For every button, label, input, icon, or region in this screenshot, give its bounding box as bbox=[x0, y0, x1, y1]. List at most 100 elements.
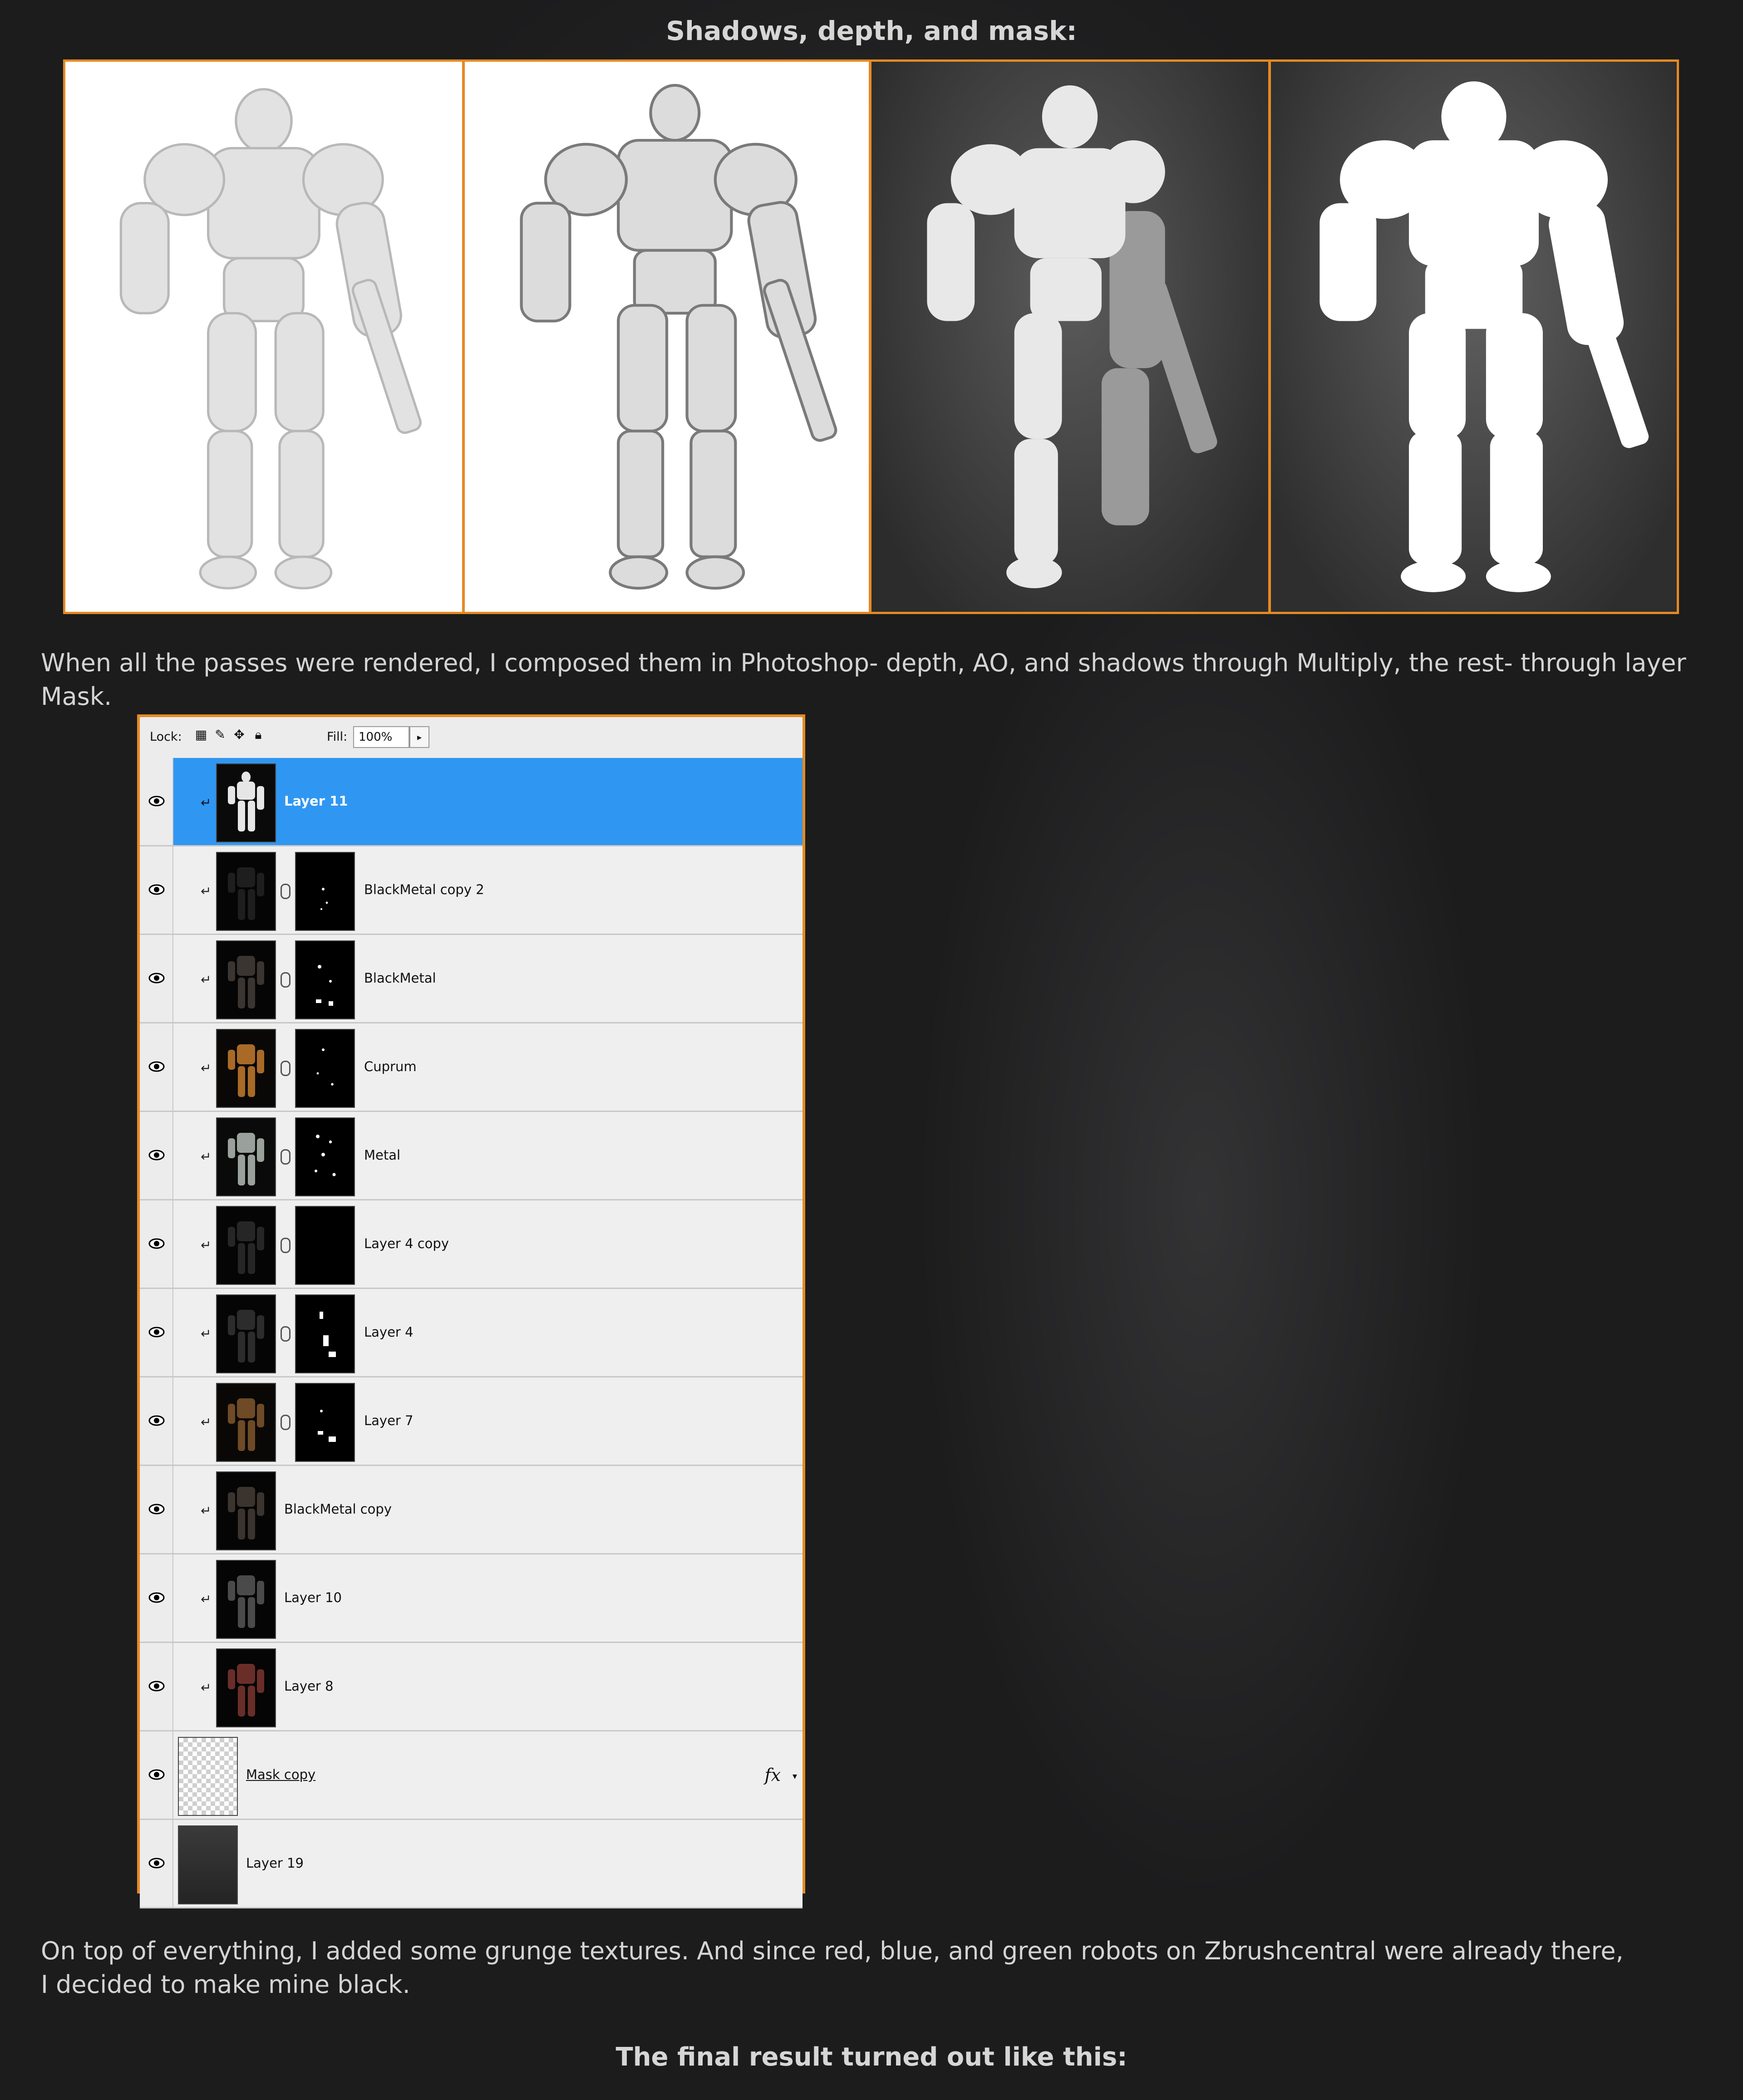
layer-row-layer-4[interactable]: ↵ Layer 4 bbox=[140, 1289, 803, 1377]
eye-visibility-icon[interactable] bbox=[148, 1679, 165, 1693]
clipping-arrow-icon: ↵ bbox=[201, 972, 212, 987]
layer-thumbnail bbox=[216, 1648, 276, 1727]
layer-thumbnail bbox=[216, 1471, 276, 1550]
layer-thumbnail bbox=[216, 763, 276, 842]
mask-link-icon[interactable] bbox=[281, 1061, 290, 1076]
eye-visibility-icon[interactable] bbox=[148, 883, 165, 896]
layer-name[interactable]: BlackMetal copy 2 bbox=[364, 882, 484, 897]
render-pass-depth-image bbox=[869, 59, 1270, 614]
clipping-arrow-icon: ↵ bbox=[201, 1592, 212, 1607]
layer-mask-thumbnail bbox=[295, 1117, 355, 1196]
section-heading-passes: Shadows, depth, and mask: bbox=[666, 15, 1077, 46]
render-pass-mask-image bbox=[1269, 59, 1679, 614]
clipping-arrow-icon: ↵ bbox=[201, 1149, 212, 1164]
clipping-arrow-icon: ↵ bbox=[201, 1503, 212, 1518]
fill-label: Fill: bbox=[327, 730, 348, 744]
grunge-paragraph: On top of everything, I added some grung… bbox=[41, 1934, 1675, 2002]
eye-visibility-icon[interactable] bbox=[148, 794, 165, 808]
layer-thumbnail bbox=[178, 1825, 238, 1904]
layer-row-blackmetal[interactable]: ↵ BlackMetal bbox=[140, 935, 803, 1023]
eye-visibility-icon[interactable] bbox=[148, 1591, 165, 1604]
layer-name[interactable]: Metal bbox=[364, 1147, 400, 1163]
layer-thumbnail bbox=[216, 1117, 276, 1196]
clipping-arrow-icon: ↵ bbox=[201, 1415, 212, 1430]
lock-all-icon[interactable]: 🔒︎ bbox=[251, 728, 265, 742]
clipping-arrow-icon: ↵ bbox=[201, 795, 212, 810]
layer-name[interactable]: Mask copy bbox=[246, 1767, 315, 1782]
layer-row-layer-11[interactable]: ↵ Layer 11 bbox=[140, 758, 803, 846]
clipping-arrow-icon: ↵ bbox=[201, 1238, 212, 1253]
layer-mask-thumbnail bbox=[295, 1383, 355, 1462]
layer-thumbnail bbox=[216, 1560, 276, 1639]
mask-link-icon[interactable] bbox=[281, 884, 290, 899]
lock-transparency-icon[interactable]: ▦ bbox=[194, 728, 208, 742]
eye-visibility-icon[interactable] bbox=[148, 1502, 165, 1516]
fill-input[interactable]: 100% bbox=[353, 726, 409, 748]
mask-link-icon[interactable] bbox=[281, 1326, 290, 1342]
layer-thumbnail bbox=[216, 1206, 276, 1285]
layer-mask-thumbnail bbox=[295, 940, 355, 1019]
layer-thumbnail bbox=[216, 1383, 276, 1462]
layer-row-mask-copy[interactable]: Mask copy fx ▾ bbox=[140, 1731, 803, 1820]
layer-name[interactable]: Layer 4 bbox=[364, 1324, 414, 1340]
layer-mask-thumbnail bbox=[295, 1294, 355, 1373]
eye-visibility-icon[interactable] bbox=[148, 1325, 165, 1339]
eye-visibility-icon[interactable] bbox=[148, 1414, 165, 1427]
lock-move-icon[interactable]: ✥ bbox=[232, 728, 246, 742]
clipping-arrow-icon: ↵ bbox=[201, 1061, 212, 1076]
layer-row-blackmetal-copy[interactable]: ↵ BlackMetal copy bbox=[140, 1466, 803, 1554]
layer-row-layer-8[interactable]: ↵ Layer 8 bbox=[140, 1643, 803, 1731]
render-passes-strip bbox=[63, 59, 1679, 618]
compose-paragraph: When all the passes were rendered, I com… bbox=[41, 649, 1686, 711]
fill-slider-arrow-icon[interactable]: ▸ bbox=[409, 726, 429, 748]
eye-visibility-icon[interactable] bbox=[148, 971, 165, 985]
eye-visibility-icon[interactable] bbox=[148, 1148, 165, 1162]
layer-row-cuprum[interactable]: ↵ Cuprum bbox=[140, 1023, 803, 1112]
layer-thumbnail bbox=[216, 1294, 276, 1373]
layer-effects-icon[interactable]: fx bbox=[765, 1765, 781, 1785]
layer-thumbnail bbox=[216, 852, 276, 931]
layer-row-layer-7[interactable]: ↵ Layer 7 bbox=[140, 1377, 803, 1466]
layer-row-blackmetal-copy-2[interactable]: ↵ BlackMetal copy 2 bbox=[140, 846, 803, 935]
layer-mask-thumbnail bbox=[295, 852, 355, 931]
layers-panel: Lock: ▦ ✎ ✥ 🔒︎ Fill: 100% ▸ ↵ Layer 11 ↵ Bl… bbox=[137, 714, 805, 1908]
clipping-arrow-icon: ↵ bbox=[201, 1326, 212, 1341]
eye-visibility-icon[interactable] bbox=[148, 1856, 165, 1870]
clipping-arrow-icon: ↵ bbox=[201, 884, 212, 899]
section-heading-final: The final result turned out like this: bbox=[615, 2042, 1128, 2072]
eye-visibility-icon[interactable] bbox=[148, 1060, 165, 1073]
layer-row-layer-10[interactable]: ↵ Layer 10 bbox=[140, 1554, 803, 1643]
grunge-paragraph-line-2: I decided to make mine black. bbox=[41, 1970, 410, 1999]
layer-mask-thumbnail bbox=[295, 1206, 355, 1285]
render-pass-ao-image bbox=[463, 59, 871, 614]
expand-effects-arrow-icon[interactable]: ▾ bbox=[793, 1770, 797, 1781]
mask-link-icon[interactable] bbox=[281, 1238, 290, 1253]
layers-list: ↵ Layer 11 ↵ BlackMetal copy 2 ↵ BlackMe… bbox=[140, 758, 803, 1908]
layer-name[interactable]: BlackMetal bbox=[364, 970, 436, 986]
lock-paint-icon[interactable]: ✎ bbox=[213, 728, 227, 742]
render-pass-shadow-image bbox=[63, 59, 464, 614]
lock-icons: ▦ ✎ ✥ 🔒︎ bbox=[194, 728, 271, 742]
layer-name[interactable]: Layer 11 bbox=[284, 793, 348, 809]
mask-link-icon[interactable] bbox=[281, 1415, 290, 1430]
layer-name[interactable]: Cuprum bbox=[364, 1059, 417, 1074]
clipping-arrow-icon: ↵ bbox=[201, 1680, 212, 1695]
mask-link-icon[interactable] bbox=[281, 1149, 290, 1165]
layer-name[interactable]: Layer 4 copy bbox=[364, 1236, 449, 1251]
layer-row-layer-4-copy[interactable]: ↵ Layer 4 copy bbox=[140, 1200, 803, 1289]
layer-name[interactable]: Layer 19 bbox=[246, 1855, 304, 1871]
layer-name[interactable]: Layer 10 bbox=[284, 1590, 342, 1605]
eye-visibility-icon[interactable] bbox=[148, 1237, 165, 1250]
layers-panel-toolbar: Lock: ▦ ✎ ✥ 🔒︎ Fill: 100% ▸ bbox=[140, 717, 803, 759]
layer-mask-thumbnail bbox=[295, 1029, 355, 1108]
grunge-paragraph-line-1: On top of everything, I added some grung… bbox=[41, 1937, 1624, 1965]
eye-visibility-icon[interactable] bbox=[148, 1768, 165, 1781]
layer-name[interactable]: BlackMetal copy bbox=[284, 1501, 392, 1517]
layer-thumbnail bbox=[178, 1737, 238, 1816]
layer-name[interactable]: Layer 7 bbox=[364, 1413, 414, 1428]
layer-name[interactable]: Layer 8 bbox=[284, 1678, 334, 1694]
layer-row-metal[interactable]: ↵ Metal bbox=[140, 1112, 803, 1200]
layer-thumbnail bbox=[216, 940, 276, 1019]
mask-link-icon[interactable] bbox=[281, 972, 290, 988]
layer-row-layer-19[interactable]: Layer 19 bbox=[140, 1820, 803, 1908]
